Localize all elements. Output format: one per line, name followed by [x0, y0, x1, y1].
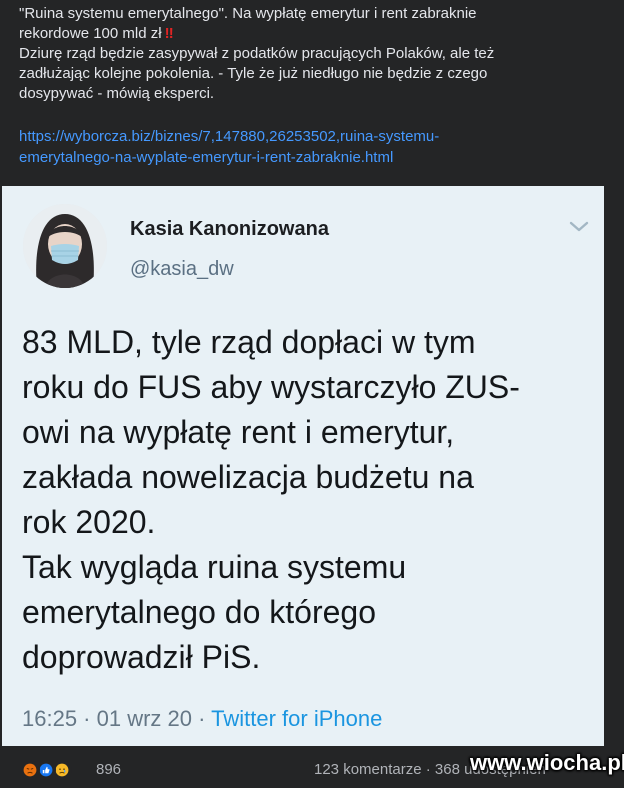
chevron-down-icon[interactable]	[568, 220, 590, 234]
tweet-body-line: rok 2020.	[22, 504, 156, 540]
reaction-count[interactable]: 896	[96, 761, 121, 778]
post-text-line: Dziurę rząd będzie zasypywał z podatków …	[19, 45, 495, 62]
tweet-author-name[interactable]: Kasia Kanonizowana	[130, 218, 329, 241]
tweet-body-line: 83 MLD, tyle rząd dopłaci w tym	[22, 324, 476, 360]
tweet-screenshot[interactable]: Kasia Kanonizowana @kasia_dw 83 MLD, tyl…	[2, 186, 604, 746]
post-text-line: dosypywać - mówią eksperci.	[19, 85, 215, 102]
tweet-body: 83 MLD, tyle rząd dopłaci w tym roku do …	[22, 320, 592, 680]
avatar-photo	[23, 204, 107, 288]
article-link[interactable]: https://wyborcza.biz/biznes/7,147880,262…	[19, 126, 609, 168]
post-text-line-part: rekordowe 100 mld zł	[19, 25, 162, 42]
tweet-body-line: roku do FUS aby wystarczyło ZUS-	[22, 369, 520, 405]
post-text-line: "Ruina systemu emerytalnego". Na wypłatę…	[19, 5, 477, 22]
article-link-line[interactable]: https://wyborcza.biz/biznes/7,147880,262…	[19, 126, 609, 147]
tweet-body-line: zakłada nowelizacja budżetu na	[22, 459, 474, 495]
double-exclamation-icon: ‼	[164, 25, 174, 42]
tweet-body-line: doprowadził PiS.	[22, 639, 261, 675]
article-link-line[interactable]: emerytalnego-na-wyplate-emerytur-i-rent-…	[19, 147, 609, 168]
tweet-body-line: Tak wygląda ruina systemu	[22, 549, 407, 585]
avatar[interactable]	[23, 204, 107, 288]
angry-reaction-icon	[20, 760, 40, 780]
post-text-line: rekordowe 100 mld zł ‼	[19, 24, 609, 44]
reactions-summary[interactable]	[20, 760, 88, 780]
post-text: "Ruina systemu emerytalnego". Na wypłatę…	[19, 4, 609, 104]
tweet-source-link[interactable]: Twitter for iPhone	[211, 706, 382, 731]
tweet-author-handle[interactable]: @kasia_dw	[130, 258, 234, 281]
tweet-meta: 16:25 · 01 wrz 20 · Twitter for iPhone	[22, 706, 382, 732]
tweet-body-line: emerytalnego do którego	[22, 594, 376, 630]
post-text-line: zadłużając kolejne pokolenia. - Tyle że …	[19, 65, 488, 82]
tweet-timestamp: 16:25 · 01 wrz 20 ·	[22, 706, 212, 731]
tweet-body-line: owi na wypłatę rent i emerytur,	[22, 414, 455, 450]
site-watermark: www.wiocha.pl	[470, 750, 624, 775]
